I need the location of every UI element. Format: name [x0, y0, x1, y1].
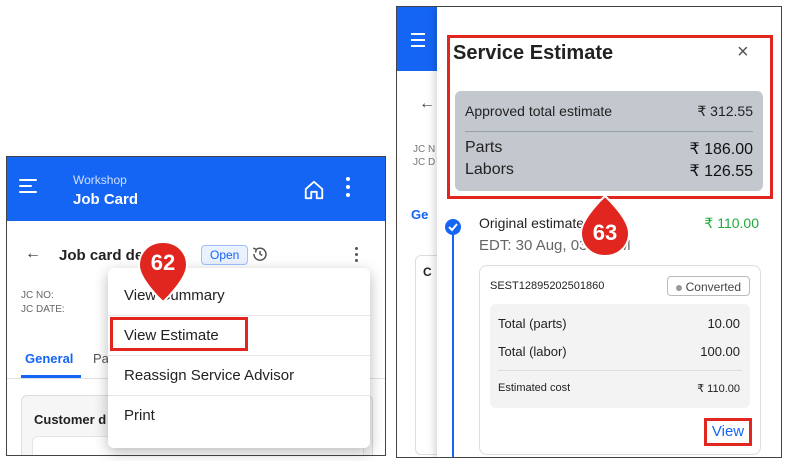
- totals-divider: [498, 370, 742, 371]
- total-labor-label: Total (labor): [498, 344, 567, 359]
- estimate-code: SEST12895202501860: [490, 280, 605, 292]
- jc-no-label: JC NO:: [21, 290, 54, 301]
- tab-parts[interactable]: Pa: [93, 351, 109, 366]
- active-tab-indicator: [21, 375, 81, 378]
- estimated-cost-label: Estimated cost: [498, 382, 571, 394]
- step-marker-number: 63: [592, 220, 618, 245]
- estimate-title: Original estimate: [479, 215, 585, 231]
- step-marker-number: 62: [150, 250, 176, 275]
- total-labor-value: 100.00: [700, 344, 740, 359]
- hamburger-menu-icon[interactable]: [19, 179, 37, 193]
- bg-card-label: C: [423, 265, 432, 279]
- hamburger-menu-icon: [411, 33, 425, 51]
- step-marker-63: 63: [578, 194, 632, 258]
- job-card-title-row: ← Job card details Open: [7, 243, 385, 269]
- estimated-cost-value: ₹ 110.00: [697, 383, 740, 395]
- header-subtitle: Workshop: [73, 173, 127, 187]
- job-card-meta: JC NO: JC DATE:: [21, 289, 65, 317]
- header-title: Job Card: [73, 191, 139, 208]
- estimate-amount: ₹ 110.00: [704, 215, 759, 231]
- more-options-icon[interactable]: [345, 177, 351, 201]
- menu-item-reassign-service-advisor[interactable]: Reassign Service Advisor: [108, 356, 370, 396]
- background-jc-meta: JC N JC D: [413, 143, 435, 169]
- bg-tab-general: Ge: [411, 207, 429, 222]
- status-badge: Converted: [666, 276, 750, 296]
- estimate-card: SEST12895202501860 Converted Total (part…: [479, 265, 761, 455]
- more-options-icon[interactable]: [355, 247, 359, 265]
- bg-jc-no: JC N: [413, 144, 436, 155]
- customer-details-label: Customer d: [34, 412, 107, 427]
- estimate-totals: Total (parts) 10.00 Total (labor) 100.00…: [490, 304, 750, 408]
- back-arrow-icon: ←: [419, 95, 435, 112]
- home-icon[interactable]: [303, 179, 325, 201]
- status-dot-icon: [675, 284, 682, 291]
- highlight-view-estimate: [110, 317, 248, 351]
- timeline-line: [452, 235, 454, 457]
- menu-item-print[interactable]: Print: [108, 396, 370, 436]
- check-circle-icon: [445, 219, 461, 235]
- status-badge: Open: [201, 245, 249, 265]
- step-marker-62: 62: [136, 240, 190, 304]
- total-parts-value: 10.00: [707, 316, 740, 331]
- app-header: Workshop Job Card: [7, 157, 385, 221]
- back-arrow-icon[interactable]: ←: [25, 245, 41, 263]
- jc-date-label: JC DATE:: [21, 304, 65, 315]
- view-estimate-link[interactable]: View: [704, 418, 752, 446]
- status-text: Converted: [685, 280, 741, 294]
- bg-jc-date: JC D: [413, 157, 436, 168]
- total-parts-label: Total (parts): [498, 316, 567, 331]
- tab-general[interactable]: General: [25, 351, 73, 366]
- highlight-service-estimate: [447, 35, 773, 199]
- history-icon[interactable]: [251, 245, 269, 263]
